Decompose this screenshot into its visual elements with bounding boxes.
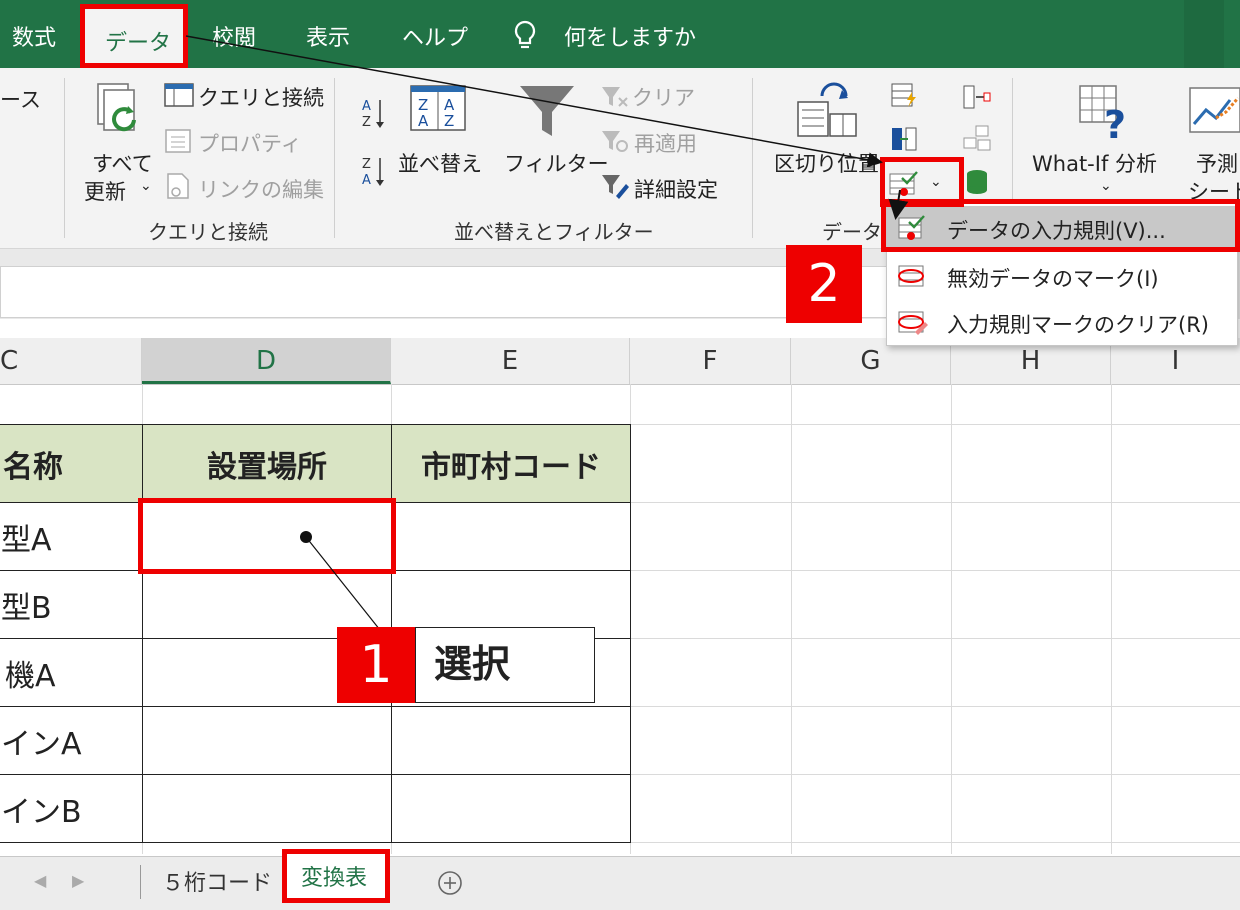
step-2-badge: 2 [786,245,862,323]
annotation-arrows [185,35,909,631]
step-1-label: 選択 [415,627,595,703]
step-1-badge: 1 [337,627,415,703]
